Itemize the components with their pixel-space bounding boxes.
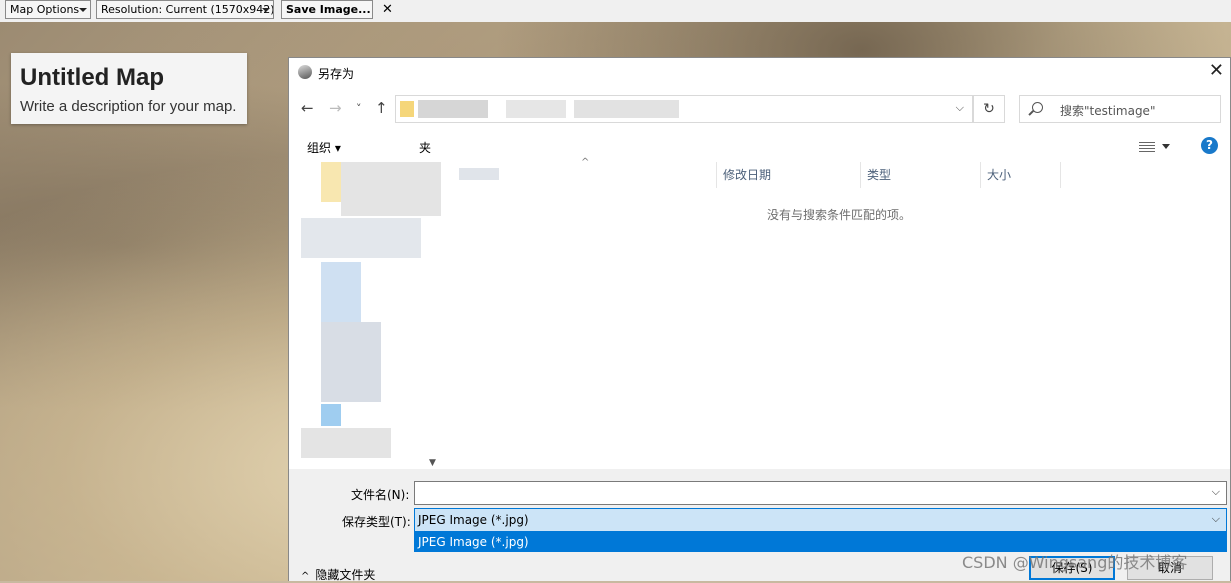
address-redacted (418, 100, 488, 118)
save-type-label: 保存类型(T): (342, 515, 411, 529)
chevron-down-icon[interactable] (1162, 144, 1170, 149)
forward-arrow-icon[interactable]: → (329, 99, 342, 117)
map-options-label: Map Options (10, 3, 80, 16)
folder-icon (400, 101, 414, 117)
recent-locations-icon[interactable]: ˅ (356, 102, 362, 115)
view-options-icon[interactable] (1139, 140, 1155, 152)
organize-button[interactable]: 组织 ▾ (307, 139, 341, 156)
search-input[interactable]: 搜索"testimage" (1019, 95, 1221, 123)
address-redacted (574, 100, 679, 118)
close-icon[interactable]: ✕ (1209, 61, 1224, 81)
refresh-icon[interactable]: ↻ (973, 95, 1005, 123)
command-bar: 组织 ▾ 夹 ? (289, 136, 1230, 158)
redacted-item (301, 428, 391, 458)
file-list[interactable]: ^ 修改日期 类型 大小 没有与搜索条件匹配的项。 (441, 157, 1231, 470)
chevron-down-icon[interactable]: ⌵ (1212, 485, 1220, 499)
search-icon (1032, 102, 1043, 113)
empty-message: 没有与搜索条件匹配的项。 (767, 208, 912, 222)
map-title[interactable]: Untitled Map (20, 64, 164, 92)
save-as-dialog: 另存为 ✕ ← → ˅ ↑ ⌵ ↻ 搜索"testimage" 组织 ▾ 夹 ? (288, 57, 1231, 583)
map-toolbar: Map Options Resolution: Current (1570x94… (0, 0, 1231, 23)
chevron-down-icon (262, 8, 270, 12)
app-icon (298, 65, 312, 79)
close-icon[interactable]: ✕ (382, 0, 393, 19)
address-bar[interactable]: ⌵ (395, 95, 973, 123)
dialog-title: 另存为 (318, 67, 355, 81)
hide-folders-label: 隐藏文件夹 (315, 568, 376, 582)
navigation-pane[interactable]: ▼ (289, 162, 441, 470)
column-modified[interactable]: 修改日期 (717, 162, 861, 188)
save-image-button[interactable]: Save Image... (281, 0, 373, 19)
resolution-dropdown[interactable]: Resolution: Current (1570x942) (96, 0, 274, 19)
save-type-value: JPEG Image (*.jpg) (418, 513, 529, 527)
chevron-down-icon (79, 8, 87, 12)
map-title-panel: Untitled Map Write a description for you… (11, 53, 247, 124)
new-folder-button[interactable]: 夹 (419, 139, 431, 156)
redacted-item (301, 218, 421, 258)
address-redacted (506, 100, 566, 118)
watermark: CSDN @Wingsang的技术博客 (962, 553, 1188, 572)
redacted-item (321, 262, 361, 322)
dialog-titlebar: 另存为 ✕ (289, 58, 1230, 88)
redacted-item (321, 162, 341, 202)
up-arrow-icon[interactable]: ↑ (375, 99, 388, 117)
file-name-input[interactable]: ⌵ (414, 481, 1227, 505)
chevron-down-icon[interactable]: ⌵ (956, 101, 964, 115)
hide-folders-toggle[interactable]: ^ 隐藏文件夹 (301, 566, 375, 583)
scroll-down-icon[interactable]: ▼ (429, 458, 436, 468)
redacted-item (321, 322, 381, 402)
redacted-item (341, 162, 441, 216)
redacted-item (321, 404, 341, 426)
resolution-label: Resolution: Current (1570x942) (101, 3, 274, 16)
column-name[interactable] (441, 162, 717, 188)
search-placeholder: 搜索"testimage" (1060, 104, 1156, 118)
help-icon[interactable]: ? (1201, 137, 1218, 154)
chevron-up-icon: ^ (301, 571, 310, 582)
chevron-down-icon[interactable]: ⌵ (1212, 512, 1220, 526)
column-type[interactable]: 类型 (861, 162, 981, 188)
file-name-label: 文件名(N): (351, 488, 410, 502)
back-arrow-icon[interactable]: ← (301, 99, 314, 117)
column-size[interactable]: 大小 (981, 162, 1061, 188)
save-type-select[interactable]: JPEG Image (*.jpg) ⌵ (414, 508, 1227, 532)
map-description[interactable]: Write a description for your map. (20, 98, 236, 115)
map-options-dropdown[interactable]: Map Options (5, 0, 91, 19)
address-row: ← → ˅ ↑ ⌵ ↻ 搜索"testimage" (289, 94, 1230, 124)
